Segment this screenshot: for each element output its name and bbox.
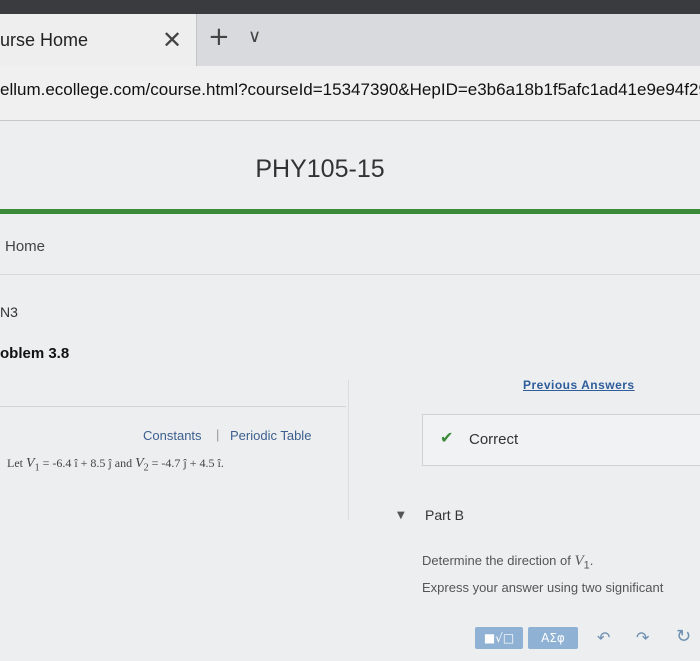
- redo-icon[interactable]: ↷: [636, 628, 649, 647]
- chevron-down-icon[interactable]: ∨: [248, 26, 261, 47]
- column-divider: [348, 380, 349, 520]
- part-a-status-box: [422, 414, 700, 466]
- previous-answers-link[interactable]: Previous Answers: [523, 378, 635, 392]
- tab-title[interactable]: urse Home: [0, 30, 88, 51]
- url-text[interactable]: ellum.ecollege.com/course.html?courseId=…: [0, 80, 700, 100]
- vector-v1-expression: = -6.4 î + 8.5 ĵ and: [39, 456, 136, 470]
- header-accent-bar: [0, 209, 700, 214]
- formula-let: Let: [7, 456, 23, 470]
- vector-v1: V: [26, 456, 35, 471]
- vector-v2-expression: = -4.7 ĵ + 4.5 î.: [148, 456, 224, 470]
- undo-icon[interactable]: ↶: [597, 628, 610, 647]
- prompt-end: .: [589, 553, 594, 568]
- screen-top-edge: [0, 0, 700, 14]
- part-b-heading[interactable]: Part B: [425, 507, 464, 523]
- divider: [0, 274, 700, 275]
- constants-link[interactable]: Constants: [143, 428, 202, 443]
- part-b-prompt: Determine the direction of V1.: [422, 553, 593, 572]
- prompt-text: Determine the direction of: [422, 553, 571, 568]
- caret-down-icon[interactable]: ▼: [397, 510, 405, 521]
- prompt-vector: V: [574, 553, 584, 569]
- periodic-table-link[interactable]: Periodic Table: [230, 428, 311, 443]
- home-link[interactable]: Home: [5, 238, 45, 255]
- problem-statement: Let V1 = -6.4 î + 8.5 ĵ and V2 = -4.7 ĵ …: [7, 456, 224, 473]
- course-title: PHY105-15: [255, 155, 385, 183]
- link-separator: |: [216, 427, 220, 442]
- reset-icon[interactable]: ↻: [676, 626, 691, 647]
- close-tab-icon[interactable]: ✕: [162, 26, 182, 54]
- templates-button[interactable]: ■√□: [475, 627, 523, 649]
- divider: [0, 406, 346, 407]
- status-correct: Correct: [469, 431, 519, 448]
- answer-instructions: Express your answer using two significan…: [422, 580, 664, 595]
- symbols-button[interactable]: ΑΣφ: [528, 627, 578, 649]
- check-icon: ✔: [440, 428, 454, 447]
- vector-v2: V: [135, 456, 144, 471]
- problem-title: oblem 3.8: [0, 345, 70, 362]
- breadcrumb-course[interactable]: N3: [0, 304, 18, 320]
- new-tab-icon[interactable]: +: [208, 22, 230, 52]
